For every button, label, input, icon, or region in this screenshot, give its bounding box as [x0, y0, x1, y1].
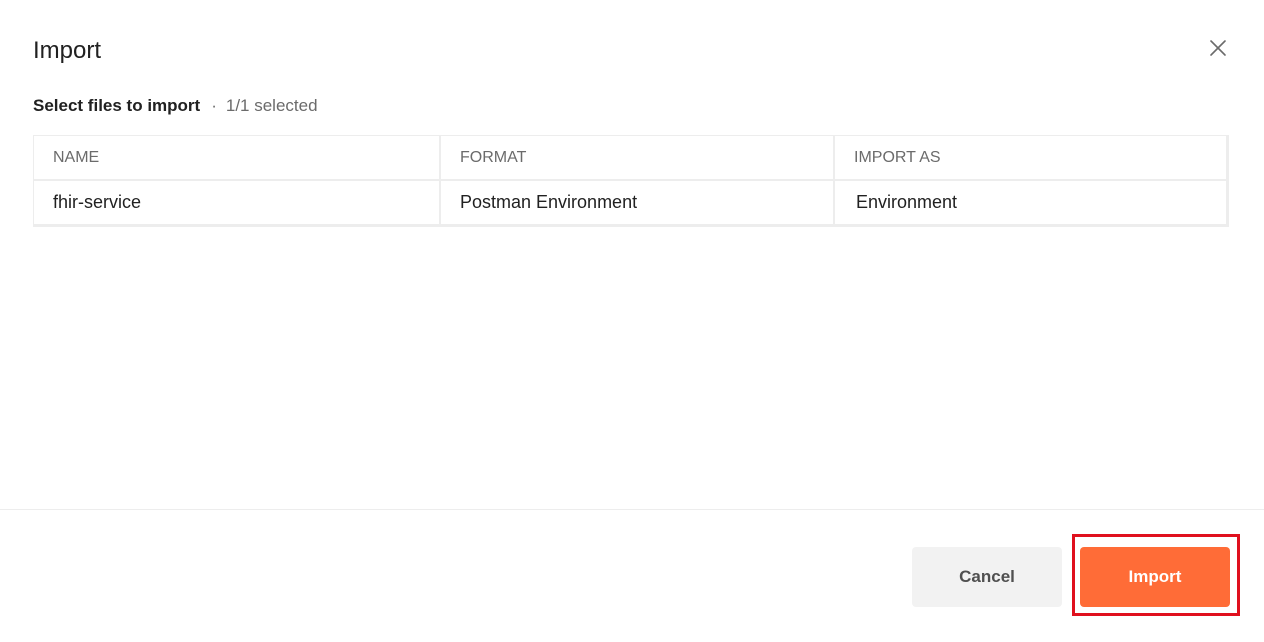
select-files-label: Select files to import [33, 96, 201, 115]
table-row[interactable]: fhir-service Postman Environment Environ… [34, 180, 1228, 224]
close-button[interactable] [1204, 34, 1232, 62]
footer-divider [0, 509, 1264, 510]
file-format-cell: Postman Environment [440, 180, 835, 224]
column-header-format: FORMAT [440, 136, 835, 181]
cancel-button[interactable]: Cancel [912, 547, 1062, 607]
dialog-title: Import [33, 37, 102, 64]
table-header-row: NAME FORMAT IMPORT AS [34, 136, 1228, 181]
separator-dot: · [211, 96, 217, 115]
file-selection-header: Select files to import · 1/1 selected [33, 95, 318, 117]
import-as-cell[interactable]: Environment [834, 180, 1228, 224]
close-icon [1210, 40, 1226, 56]
column-header-import-as: IMPORT AS [834, 136, 1228, 181]
import-button[interactable]: Import [1080, 547, 1230, 607]
import-dialog: Import Select files to import · 1/1 select… [0, 0, 1264, 642]
file-name-cell: fhir-service [34, 180, 441, 224]
import-files-table: NAME FORMAT IMPORT AS fhir-service Postm… [33, 135, 1229, 227]
selected-count: 1/1 selected [225, 96, 318, 115]
column-header-name: NAME [34, 136, 441, 181]
